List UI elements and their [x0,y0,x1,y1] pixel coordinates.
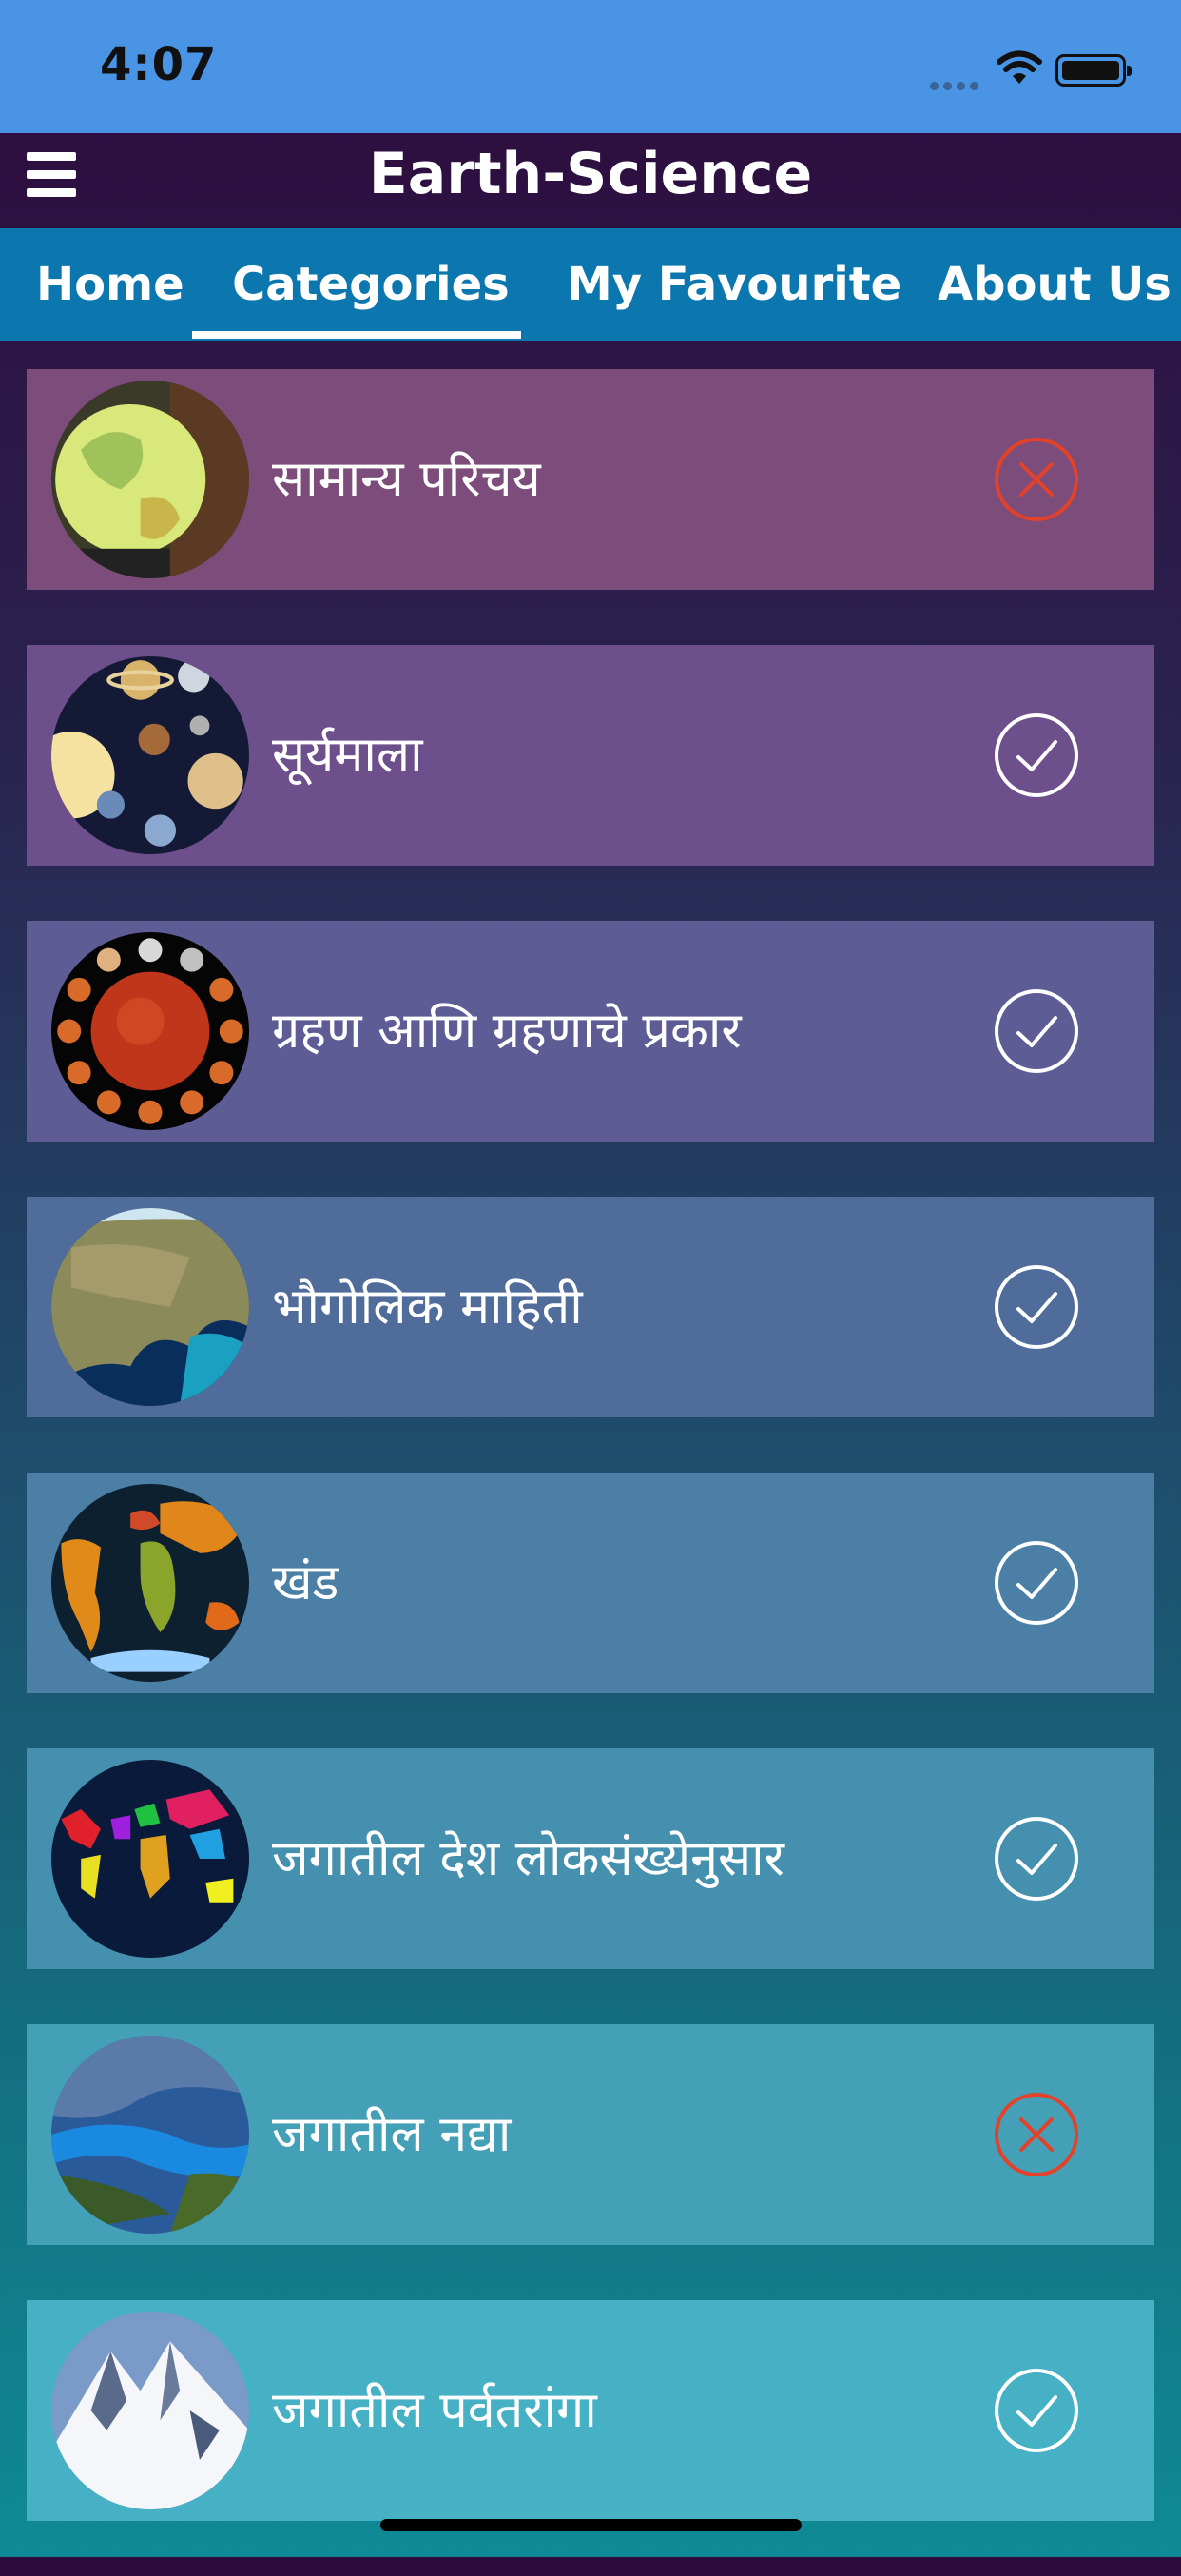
globe-icon [51,381,249,578]
category-row[interactable]: जगातील नद्या [27,2024,1154,2245]
tab-about-us[interactable]: About Us [938,228,1171,341]
category-label: जगातील पर्वतरांगा [272,2382,597,2439]
category-label: सूर्यमाला [272,727,423,784]
category-label: जगातील देश लोकसंख्येनुसार [272,1830,784,1887]
selected-tab-indicator [192,331,521,339]
status-bar: 4:07 Earth-Science [0,0,1181,207]
tab-bar: Home Categories My Favourite About Us [0,228,1181,341]
status-time: 4:07 [100,38,218,91]
category-row[interactable]: खंड [27,1473,1154,1693]
x-circle-icon[interactable] [993,436,1080,523]
category-label: भौगोलिक माहिती [272,1278,583,1336]
category-row[interactable]: ग्रहण आणि ग्रहणाचे प्रकार [27,921,1154,1142]
cellular-signal-icon [930,76,983,94]
tab-my-favourite[interactable]: My Favourite [567,228,901,341]
category-label: खंड [272,1554,339,1611]
tab-home[interactable]: Home [36,228,184,341]
solar-system-icon [51,656,249,854]
app-title: Earth-Science [368,141,813,207]
check-circle-icon[interactable] [993,2367,1080,2454]
x-circle-icon[interactable] [993,2091,1080,2178]
check-circle-icon[interactable] [993,1263,1080,1351]
category-row[interactable]: भौगोलिक माहिती [27,1197,1154,1417]
tab-categories[interactable]: Categories [232,228,510,341]
check-circle-icon[interactable] [993,712,1080,799]
category-row[interactable]: सामान्य परिचय [27,369,1154,590]
wifi-icon [997,50,1042,84]
river-icon [51,2036,249,2234]
battery-icon [1055,54,1132,87]
category-row[interactable]: जगातील देश लोकसंख्येनुसार [27,1748,1154,1969]
check-circle-icon[interactable] [993,987,1080,1075]
home-indicator[interactable] [380,2519,802,2531]
category-row[interactable]: सूर्यमाला [27,645,1154,866]
check-circle-icon[interactable] [993,1539,1080,1627]
world-countries-map-icon [51,1760,249,1958]
category-label: ग्रहण आणि ग्रहणाचे प्रकार [272,1003,742,1060]
check-circle-icon[interactable] [993,1815,1080,1903]
category-label: जगातील नद्या [272,2106,512,2163]
continents-map-icon [51,1484,249,1682]
mountain-icon [51,2312,249,2509]
earth-satellite-icon [51,1208,249,1406]
eclipse-icon [51,932,249,1130]
category-label: सामान्य परिचय [272,451,541,508]
category-row[interactable]: जगातील पर्वतरांगा [27,2300,1154,2521]
category-list: सामान्य परिचय सूर्यमाला ग्रहण आणि ग्रहणाचे… [27,369,1154,2576]
